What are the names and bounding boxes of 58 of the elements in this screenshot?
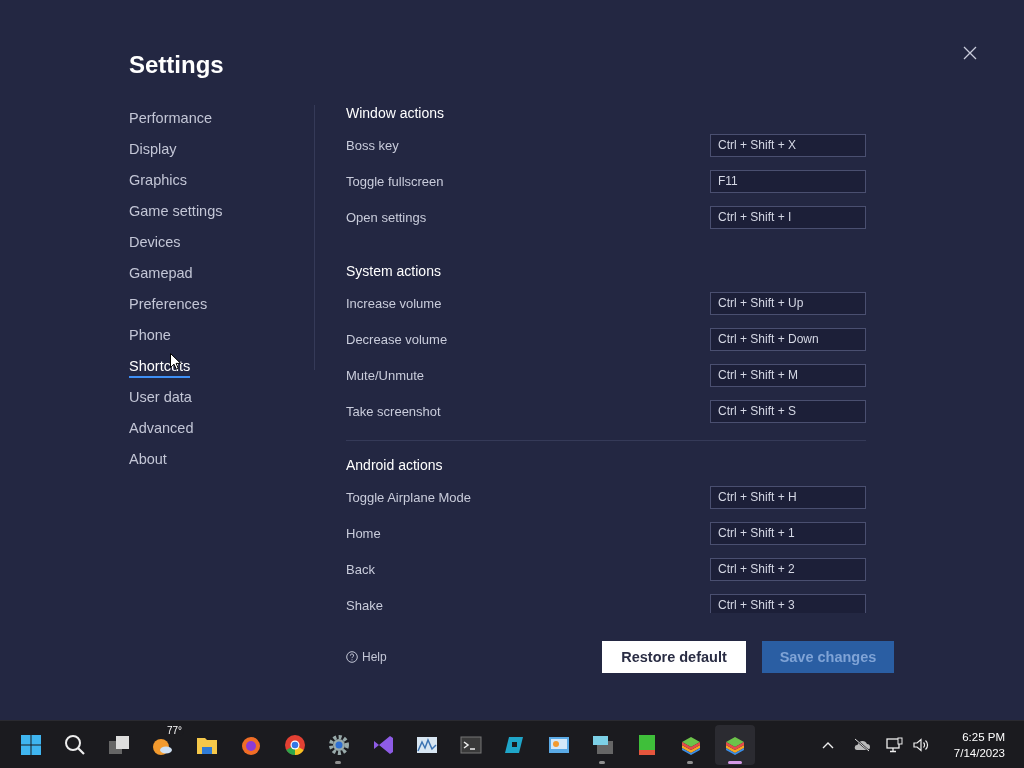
sidebar-item[interactable]: User data [129,382,192,413]
shortcut-field[interactable]: Ctrl + Shift + Down [710,327,866,351]
windows-logo-icon [19,732,43,757]
shortcut-label: Toggle fullscreen [346,173,444,189]
shortcut-field[interactable]: Ctrl + Shift + X [710,133,866,157]
section-heading: Window actions [346,104,445,123]
sidebar-item[interactable]: Preferences [129,289,208,320]
close-icon[interactable] [963,46,977,60]
search-icon [63,732,87,757]
running-indicator [687,760,693,764]
gear-icon [327,732,351,757]
sidebar-item[interactable]: Devices [129,227,181,258]
temperature-badge: 77° [165,724,185,736]
clock-time[interactable]: 6:25 PM [962,728,1005,745]
shortcut-field[interactable]: Ctrl + Shift + M [710,363,866,387]
sidebar-item[interactable]: Performance [129,103,212,134]
running-indicator [599,760,605,764]
settings-title: Settings [129,50,224,80]
shortcut-label: Mute/Unmute [346,367,425,383]
sidebar-item[interactable]: Advanced [129,413,194,444]
shortcut-label: Toggle Airplane Mode [346,489,472,505]
restore-button[interactable]: Restore default [602,641,746,673]
shortcut-label: Shake [346,597,383,613]
sidebar-item[interactable]: Game settings [129,196,223,227]
shortcut-label: Decrease volume [346,331,448,347]
sidebar-item[interactable]: About [129,444,167,475]
shortcut-label: Increase volume [346,295,442,311]
shortcut-label: Open settings [346,209,427,225]
sidebar-item[interactable]: Graphics [129,165,188,196]
shortcut-field[interactable]: Ctrl + Shift + I [710,205,866,229]
speaker-icon[interactable] [912,737,929,752]
clock-date[interactable]: 7/14/2023 [953,744,1005,761]
running-indicator [335,760,341,764]
help-link[interactable]: Help [346,650,387,664]
shortcut-field[interactable]: Ctrl + Shift + Up [710,291,866,315]
network-icon[interactable] [885,736,904,753]
chevron-up-icon[interactable] [821,740,834,749]
shortcut-label: Boss key [346,137,399,153]
chrome-browser-icon [283,732,307,757]
shortcut-label: Take screenshot [346,403,441,419]
sidebar-item[interactable]: Gamepad [129,258,193,289]
taskbar-button[interactable]: 77° [143,724,183,765]
taskbar-button[interactable] [715,724,755,765]
shortcut-label: Home [346,525,381,541]
shortcut-label: Back [346,561,375,577]
shortcut-field[interactable]: Ctrl + Shift + 2 [710,557,866,581]
running-indicator [728,760,742,764]
shortcut-field[interactable]: Ctrl + Shift + H [710,485,866,509]
shortcut-field[interactable]: Ctrl + Shift + 1 [710,521,866,545]
sidebar-item[interactable]: Phone [129,320,171,351]
shortcut-field[interactable]: Ctrl + Shift + S [710,399,866,423]
cloud-off-icon[interactable] [852,737,871,752]
help-icon [346,651,358,663]
shortcut-field[interactable]: Ctrl + Shift + 3 [710,593,866,613]
shortcut-field[interactable]: F11 [710,169,866,193]
section-heading: System actions [346,262,441,281]
sidebar-item[interactable]: Display [129,134,177,165]
section-heading: Android actions [346,456,443,475]
